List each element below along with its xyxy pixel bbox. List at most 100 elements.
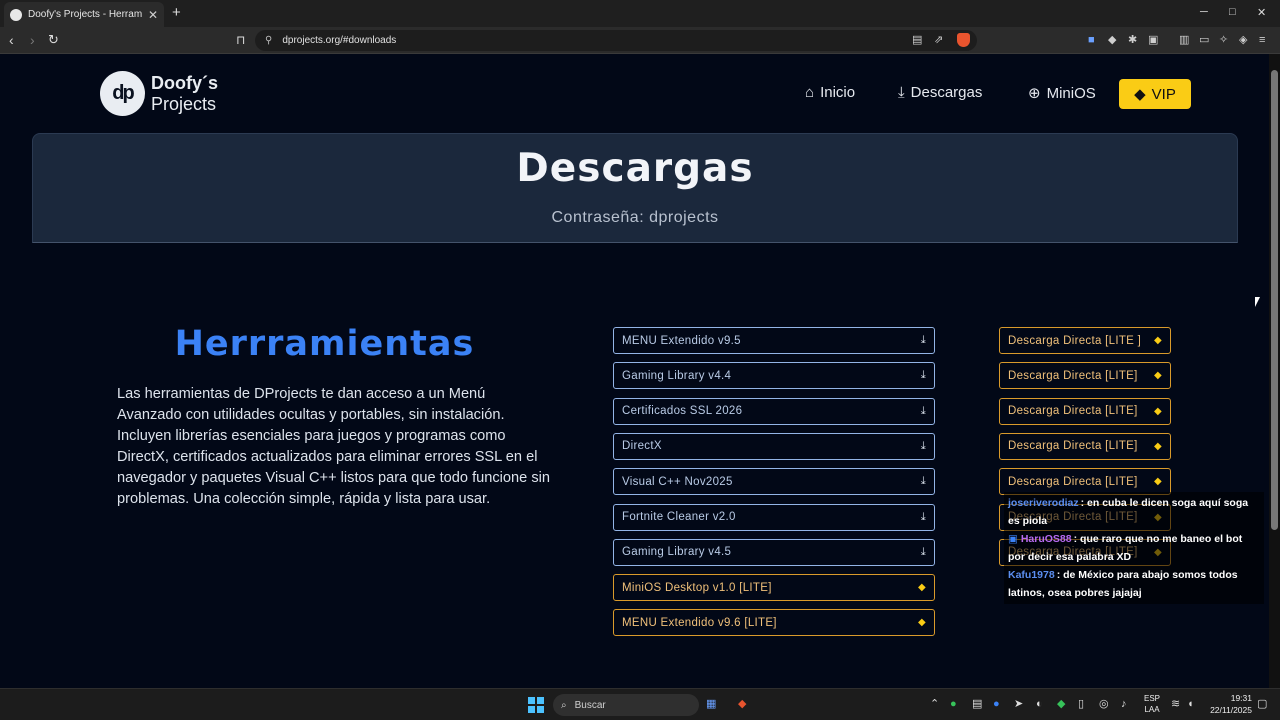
download-button[interactable]: Fortnite Cleaner v2.0 ⤓ bbox=[613, 503, 935, 531]
site-settings-icon[interactable]: ⚲ bbox=[265, 35, 272, 46]
tray-app-icon[interactable]: ● bbox=[993, 698, 1000, 711]
globe-icon: ⊕ bbox=[1028, 85, 1041, 102]
direct-download-button[interactable]: Descarga Directa [LITE] ◆ bbox=[999, 362, 1171, 390]
notifications-icon[interactable]: ▢ bbox=[1257, 698, 1267, 711]
nav-link-descargas[interactable]: ⤓ Descargas bbox=[898, 84, 982, 101]
direct-download-button[interactable]: Descarga Directa [LITE ] ◆ bbox=[999, 327, 1171, 354]
section-title: Herrramientas bbox=[174, 324, 475, 364]
wallet-panel-icon[interactable]: ▭ bbox=[1199, 34, 1209, 47]
discord-icon[interactable]: ◐ bbox=[1036, 698, 1043, 711]
tray-app-icon[interactable]: ◎ bbox=[1099, 698, 1109, 711]
diamond-icon: ◆ bbox=[1134, 86, 1146, 103]
mouse-cursor-icon bbox=[1255, 297, 1260, 307]
taskbar-search[interactable]: ⌕ Buscar bbox=[553, 694, 699, 716]
chat-overlay: joseriverodiaz: en cuba le dicen soga aq… bbox=[1004, 492, 1264, 604]
vip-label: VIP bbox=[1151, 85, 1176, 103]
download-icon: ⤓ bbox=[920, 439, 926, 452]
direct-download-button[interactable]: Descarga Directa [LITE] ◆ bbox=[999, 397, 1171, 425]
tab-close-icon[interactable]: ✕ bbox=[148, 9, 158, 21]
chat-message: joseriverodiaz: en cuba le dicen soga aq… bbox=[1008, 494, 1260, 530]
download-button[interactable]: Visual C++ Nov2025 ⤓ bbox=[613, 468, 935, 496]
section-description: Las herramientas de DProjects te dan acc… bbox=[117, 386, 550, 507]
nav-label: MiniOS bbox=[1046, 84, 1096, 102]
diamond-icon: ◆ bbox=[1154, 335, 1162, 346]
download-button[interactable]: MiniOS Desktop v1.0 [LITE] ◆ bbox=[613, 574, 935, 602]
language-code: ESP bbox=[1143, 694, 1160, 703]
password-text: Contraseña: dprojects bbox=[551, 209, 719, 226]
scrollbar[interactable] bbox=[1269, 54, 1280, 688]
nav-label: Descargas bbox=[910, 84, 983, 101]
download-label: DirectX bbox=[622, 440, 662, 453]
media-icon[interactable]: ▣ bbox=[1148, 34, 1158, 47]
wallet-icon[interactable]: ◆ bbox=[1108, 34, 1116, 47]
volume-icon[interactable]: ◖ bbox=[1187, 698, 1194, 711]
window-close-button[interactable]: ✕ bbox=[1257, 6, 1266, 19]
download-label: Gaming Library v4.4 bbox=[622, 369, 732, 382]
download-label: MiniOS Desktop v1.0 [LITE] bbox=[622, 581, 772, 594]
vpn-icon[interactable]: ◈ bbox=[1239, 34, 1247, 47]
bookmark-icon[interactable]: ⊓ bbox=[236, 32, 245, 48]
logo-mark: dp bbox=[100, 71, 145, 116]
address-bar[interactable]: ⚲ dprojects.org/#downloads bbox=[255, 30, 977, 51]
chat-username: Kafu1978 bbox=[1008, 569, 1055, 581]
language-indicator[interactable]: ESP LAA bbox=[1143, 693, 1161, 715]
system-clock[interactable]: 19:31 22/11/2025 bbox=[1206, 692, 1252, 716]
vip-button[interactable]: ◆ VIP bbox=[1119, 79, 1191, 109]
share-icon[interactable]: ⇗ bbox=[934, 34, 943, 47]
extensions-icon[interactable]: ✱ bbox=[1128, 34, 1137, 47]
download-icon: ⤓ bbox=[898, 84, 905, 101]
download-button[interactable]: Gaming Library v4.5 ⤓ bbox=[613, 538, 935, 566]
reload-icon[interactable]: ↻ bbox=[48, 32, 59, 48]
download-label: Fortnite Cleaner v2.0 bbox=[622, 511, 736, 523]
tray-app-icon[interactable]: ◆ bbox=[1057, 698, 1065, 711]
usb-icon[interactable]: ▯ bbox=[1078, 698, 1084, 711]
url-text: dprojects.org/#downloads bbox=[282, 35, 397, 46]
forward-icon[interactable]: › bbox=[30, 32, 35, 48]
chat-message: ▣ HaruOS88: que raro que no me baneo el … bbox=[1008, 530, 1260, 566]
direct-download-label: Descarga Directa [LITE] bbox=[1008, 369, 1138, 382]
download-button[interactable]: MENU Extendido v9.6 [LITE] ◆ bbox=[613, 609, 935, 637]
download-icon: ⤓ bbox=[920, 404, 926, 417]
nav-link-inicio[interactable]: ⌂ Inicio bbox=[805, 84, 855, 101]
chevron-up-icon[interactable]: ⌃ bbox=[930, 698, 939, 711]
download-label: MENU Extendido v9.5 bbox=[622, 334, 741, 347]
clock-time: 19:31 bbox=[1230, 693, 1252, 703]
brave-shield-icon[interactable] bbox=[957, 33, 970, 47]
browser-tab-bar: Doofy's Projects - Herramientas ✕ + ─ □ … bbox=[0, 0, 1280, 27]
whatsapp-icon[interactable]: ● bbox=[950, 698, 957, 711]
download-button[interactable]: MENU Extendido v9.5 ⤓ bbox=[613, 327, 935, 354]
extension-icon[interactable]: ■ bbox=[1088, 34, 1095, 47]
direct-download-button[interactable]: Descarga Directa [LITE] ◆ bbox=[999, 432, 1171, 460]
download-label: Visual C++ Nov2025 bbox=[622, 475, 733, 488]
scrollbar-thumb[interactable] bbox=[1271, 70, 1278, 530]
diamond-icon: ◆ bbox=[1154, 440, 1162, 452]
brave-browser-icon[interactable]: ◆ bbox=[738, 698, 746, 711]
new-tab-button[interactable]: + bbox=[172, 5, 181, 20]
leo-ai-icon[interactable]: ✧ bbox=[1219, 34, 1228, 47]
reader-icon[interactable]: ▤ bbox=[912, 34, 922, 47]
nav-link-minios[interactable]: ⊕ MiniOS bbox=[1028, 84, 1096, 103]
download-icon: ⤓ bbox=[920, 475, 926, 488]
download-button[interactable]: DirectX ⤓ bbox=[613, 432, 935, 460]
browser-tab[interactable]: Doofy's Projects - Herramientas ✕ bbox=[4, 2, 164, 27]
search-icon: ⌕ bbox=[561, 699, 567, 711]
clock-date: 22/11/2025 bbox=[1210, 705, 1252, 715]
back-icon[interactable]: ‹ bbox=[9, 32, 14, 48]
download-icon: ⤓ bbox=[920, 510, 926, 523]
sidebar-icon[interactable]: ▥ bbox=[1179, 34, 1189, 47]
wifi-icon[interactable]: ≋ bbox=[1171, 698, 1180, 711]
telegram-icon[interactable]: ➤ bbox=[1014, 698, 1023, 711]
windows-start-icon[interactable] bbox=[528, 697, 544, 713]
site-favicon-icon bbox=[10, 8, 22, 21]
maximize-button[interactable]: □ bbox=[1229, 6, 1236, 18]
chat-username: joseriverodiaz bbox=[1008, 497, 1079, 509]
menu-icon[interactable]: ≡ bbox=[1259, 34, 1265, 47]
site-logo[interactable]: dp Doofy´s Projects bbox=[100, 71, 218, 116]
browser-toolbar: ‹ › ↻ ⊓ ⚲ dprojects.org/#downloads ▤ ⇗ ■… bbox=[0, 27, 1280, 54]
microphone-icon[interactable]: ♪ bbox=[1121, 698, 1127, 711]
download-button[interactable]: Gaming Library v4.4 ⤓ bbox=[613, 362, 935, 390]
tray-app-icon[interactable]: ▤ bbox=[972, 698, 982, 711]
app-icon[interactable]: ▦ bbox=[706, 698, 716, 711]
minimize-button[interactable]: ─ bbox=[1200, 6, 1208, 18]
download-button[interactable]: Certificados SSL 2026 ⤓ bbox=[613, 397, 935, 425]
